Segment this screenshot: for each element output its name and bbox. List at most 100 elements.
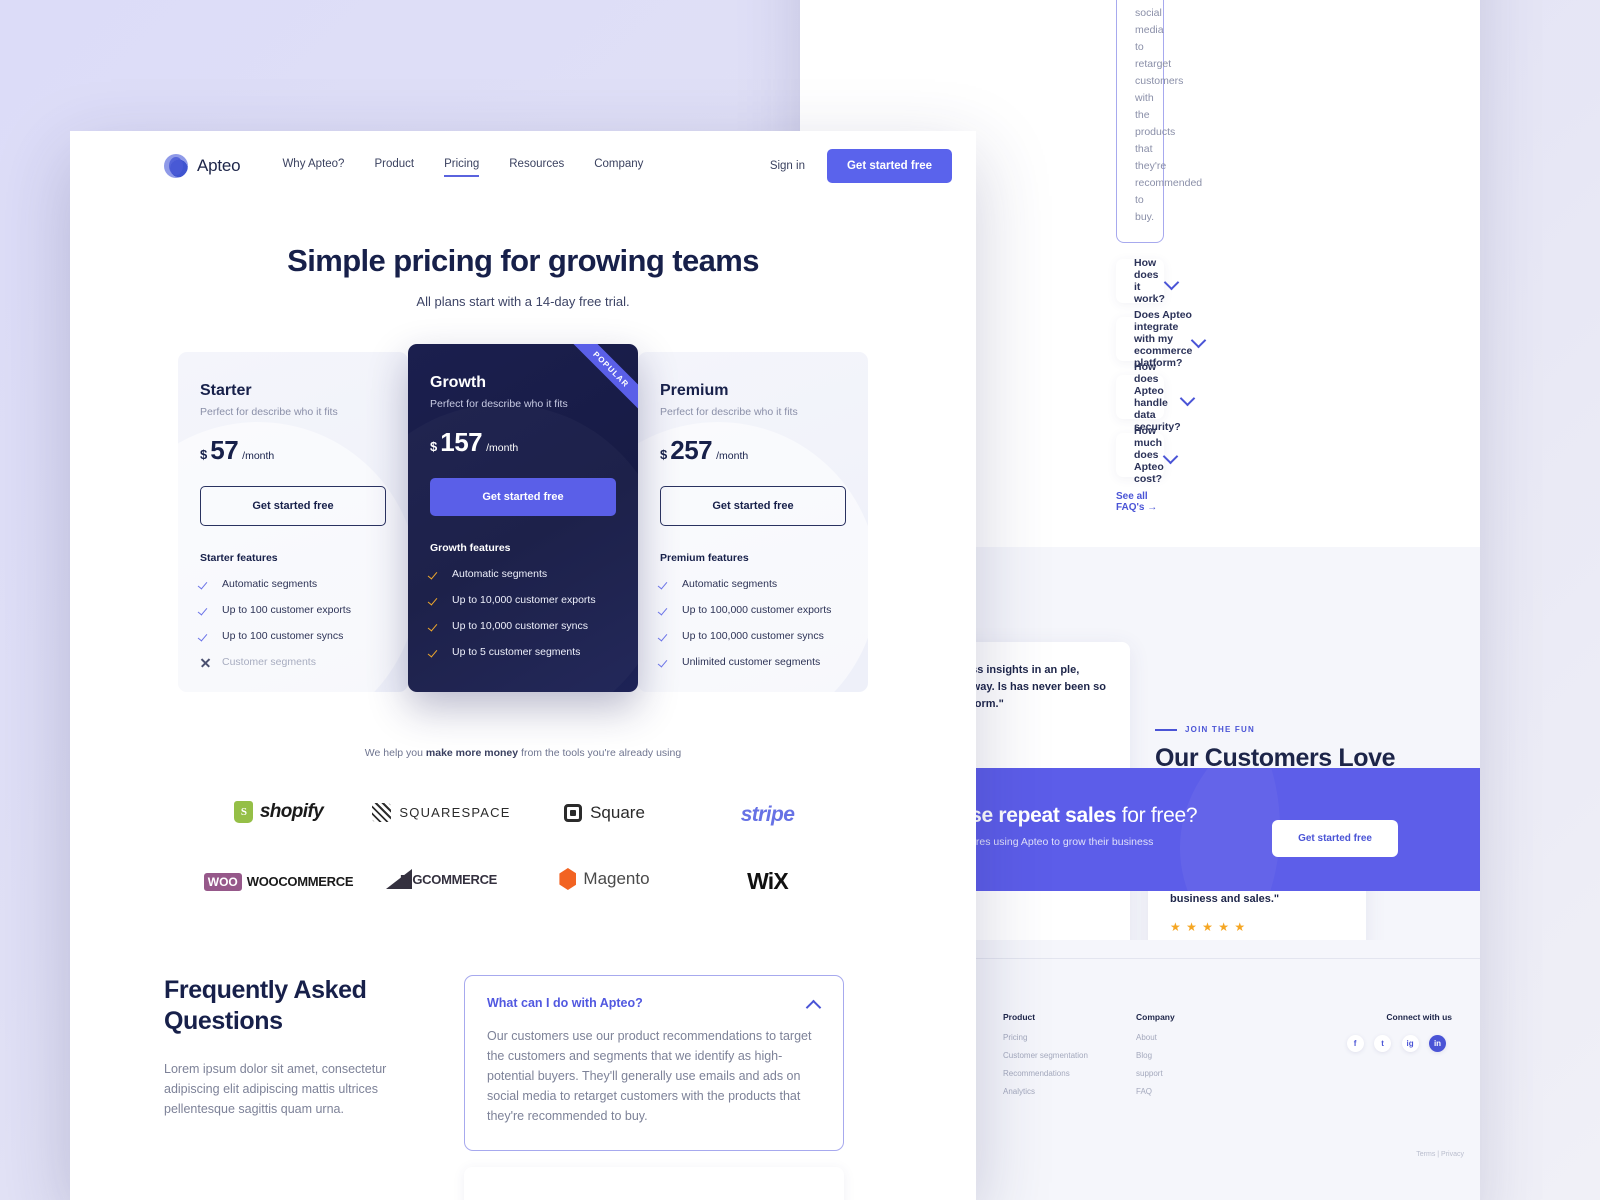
feature-label: Up to 10,000 customer exports xyxy=(452,594,596,606)
check-icon xyxy=(200,605,211,616)
logo-label: SQUARESPACE xyxy=(399,804,511,820)
see-all-faqs-link[interactable]: See all FAQ's → xyxy=(1116,491,1164,513)
logo-woocommerce: WOO WOOCOMMERCE xyxy=(197,872,360,891)
page-title: Simple pricing for growing teams xyxy=(287,243,759,278)
footer-column-company: Company About Blog support FAQ xyxy=(1136,1012,1175,1105)
feature-row: Up to 5 customer segments xyxy=(430,646,616,658)
rating-stars: ★ ★ ★ ★ ★ xyxy=(1170,920,1247,934)
footer-legal[interactable]: Terms | Privacy xyxy=(1416,1151,1464,1158)
plan-card-premium: Premium Perfect for describe who it fits… xyxy=(638,352,868,692)
nav-link-company[interactable]: Company xyxy=(594,158,643,174)
plan-name: Premium xyxy=(660,382,729,399)
magento-mark-icon xyxy=(559,868,577,890)
nav-link-why-apteo[interactable]: Why Apteo? xyxy=(282,158,344,174)
currency-symbol: $ xyxy=(200,447,208,462)
tools-note-before: We help you xyxy=(364,747,426,759)
plan-cta-premium[interactable]: Get started free xyxy=(660,486,846,526)
feature-label: Up to 10,000 customer syncs xyxy=(452,620,588,632)
tools-note: We help you make more money from the too… xyxy=(70,747,976,759)
price-period: /month xyxy=(242,450,275,462)
close-icon xyxy=(200,657,211,668)
nav-link-resources[interactable]: Resources xyxy=(509,158,564,174)
screenshot-stage: social media to retarget customers with … xyxy=(0,0,1600,1200)
faq-item-collapsed[interactable] xyxy=(464,1167,844,1200)
price-amount: 257 xyxy=(670,435,713,465)
feature-label: Up to 100 customer exports xyxy=(222,604,351,616)
background-faq-row[interactable]: How much does Apteo cost? xyxy=(1116,425,1164,485)
logo-wix: WiX xyxy=(686,868,849,895)
background-faq-row[interactable]: How does Apteo handle data security? xyxy=(1116,361,1181,433)
feature-row: Automatic segments xyxy=(660,578,846,590)
footer-link[interactable]: FAQ xyxy=(1136,1087,1175,1096)
brand-name: Apteo xyxy=(197,156,241,175)
background-faq-question: How much does Apteo cost? xyxy=(1134,425,1164,485)
faq-heading: Frequently Asked Questions xyxy=(164,976,367,1035)
logo-label: WiX xyxy=(747,868,789,894)
footer-link[interactable]: Blog xyxy=(1136,1051,1175,1060)
footer-link[interactable]: support xyxy=(1136,1069,1175,1078)
currency-symbol: $ xyxy=(660,447,668,462)
footer-link[interactable]: About xyxy=(1136,1033,1175,1042)
apteo-logo-icon xyxy=(164,154,188,178)
background-faq-open-card[interactable]: social media to retarget customers with … xyxy=(1116,0,1203,243)
check-icon xyxy=(660,579,671,590)
logo-label: shopify xyxy=(259,801,324,822)
twitter-icon[interactable]: t xyxy=(1374,1035,1392,1052)
plan-description: Perfect for describe who it fits xyxy=(660,406,798,418)
nav-link-product[interactable]: Product xyxy=(374,158,414,174)
cta-get-started-button[interactable]: Get started free xyxy=(1272,820,1398,857)
foreground-pricing-page: Apteo Why Apteo? Product Pricing Resourc… xyxy=(70,131,976,1200)
faq-question: What can I do with Apteo? xyxy=(487,996,643,1010)
squarespace-mark-icon xyxy=(372,802,392,822)
plan-features-heading: Starter features xyxy=(200,552,278,564)
plan-card-starter: Starter Perfect for describe who it fits… xyxy=(178,352,408,692)
check-icon xyxy=(430,647,441,658)
footer-link[interactable]: Recommendations xyxy=(1003,1069,1088,1078)
footer-column-heading: Product xyxy=(1003,1012,1036,1022)
feature-label: Automatic segments xyxy=(452,568,548,580)
background-faq-row[interactable]: How does it work? xyxy=(1116,257,1165,305)
page-subtitle: All plans start with a 14-day free trial… xyxy=(416,294,630,309)
feature-label: Customer segments xyxy=(222,656,316,668)
check-icon xyxy=(660,631,671,642)
check-icon xyxy=(200,579,211,590)
feature-row: Automatic segments xyxy=(200,578,386,590)
logo-row-2: WOO WOOCOMMERCE BIGCOMMERCE Magento WiX xyxy=(70,868,976,895)
price-amount: 57 xyxy=(210,435,239,465)
logo-label: BIGCOMMERCE xyxy=(399,871,498,887)
currency-symbol: $ xyxy=(430,439,438,454)
square-mark-icon xyxy=(564,803,583,822)
instagram-icon[interactable]: ig xyxy=(1401,1035,1419,1052)
plan-cta-starter[interactable]: Get started free xyxy=(200,486,386,526)
footer-link[interactable]: Customer segmentation xyxy=(1003,1051,1088,1060)
faq-open-question-row[interactable]: What can I do with Apteo? xyxy=(487,996,821,1010)
feature-label: Automatic segments xyxy=(222,578,318,590)
plan-price: $ 57 /month xyxy=(200,435,386,466)
logo-magento: Magento xyxy=(523,868,686,895)
faq-section: Frequently Asked Questions Lorem ipsum d… xyxy=(70,895,976,1200)
plan-price: $ 257 /month xyxy=(660,435,846,466)
check-icon xyxy=(660,657,671,668)
footer-link[interactable]: Analytics xyxy=(1003,1087,1088,1096)
background-faq-row[interactable]: Does Apteo integrate with my ecommerce p… xyxy=(1116,309,1192,369)
background-faq-open-answer: social media to retarget customers with … xyxy=(1135,7,1203,223)
logo-shopify: S shopify xyxy=(197,801,360,828)
linkedin-icon[interactable]: in xyxy=(1429,1035,1446,1052)
faq-item-open[interactable]: What can I do with Apteo? Our customers … xyxy=(464,975,844,1151)
get-started-free-button[interactable]: Get started free xyxy=(826,149,952,183)
pricing-cards: Starter Perfect for describe who it fits… xyxy=(70,344,976,692)
plan-description: Perfect for describe who it fits xyxy=(430,398,568,410)
plan-cta-growth[interactable]: Get started free xyxy=(430,478,616,516)
plan-features-heading: Premium features xyxy=(660,552,749,564)
sign-in-link[interactable]: Sign in xyxy=(770,160,805,172)
facebook-icon[interactable]: f xyxy=(1346,1035,1364,1052)
background-faq-question: How does it work? xyxy=(1134,257,1165,305)
nav-link-pricing[interactable]: Pricing xyxy=(444,158,480,177)
brand-logo[interactable]: Apteo xyxy=(164,154,241,178)
logo-square: Square xyxy=(523,803,686,827)
navbar: Apteo Why Apteo? Product Pricing Resourc… xyxy=(70,131,976,201)
logo-stripe: stripe xyxy=(686,803,849,827)
footer-link[interactable]: Pricing xyxy=(1003,1033,1088,1042)
eyebrow: JOIN THE FUN xyxy=(1155,725,1415,734)
faq-accordion: What can I do with Apteo? Our customers … xyxy=(464,975,844,1200)
